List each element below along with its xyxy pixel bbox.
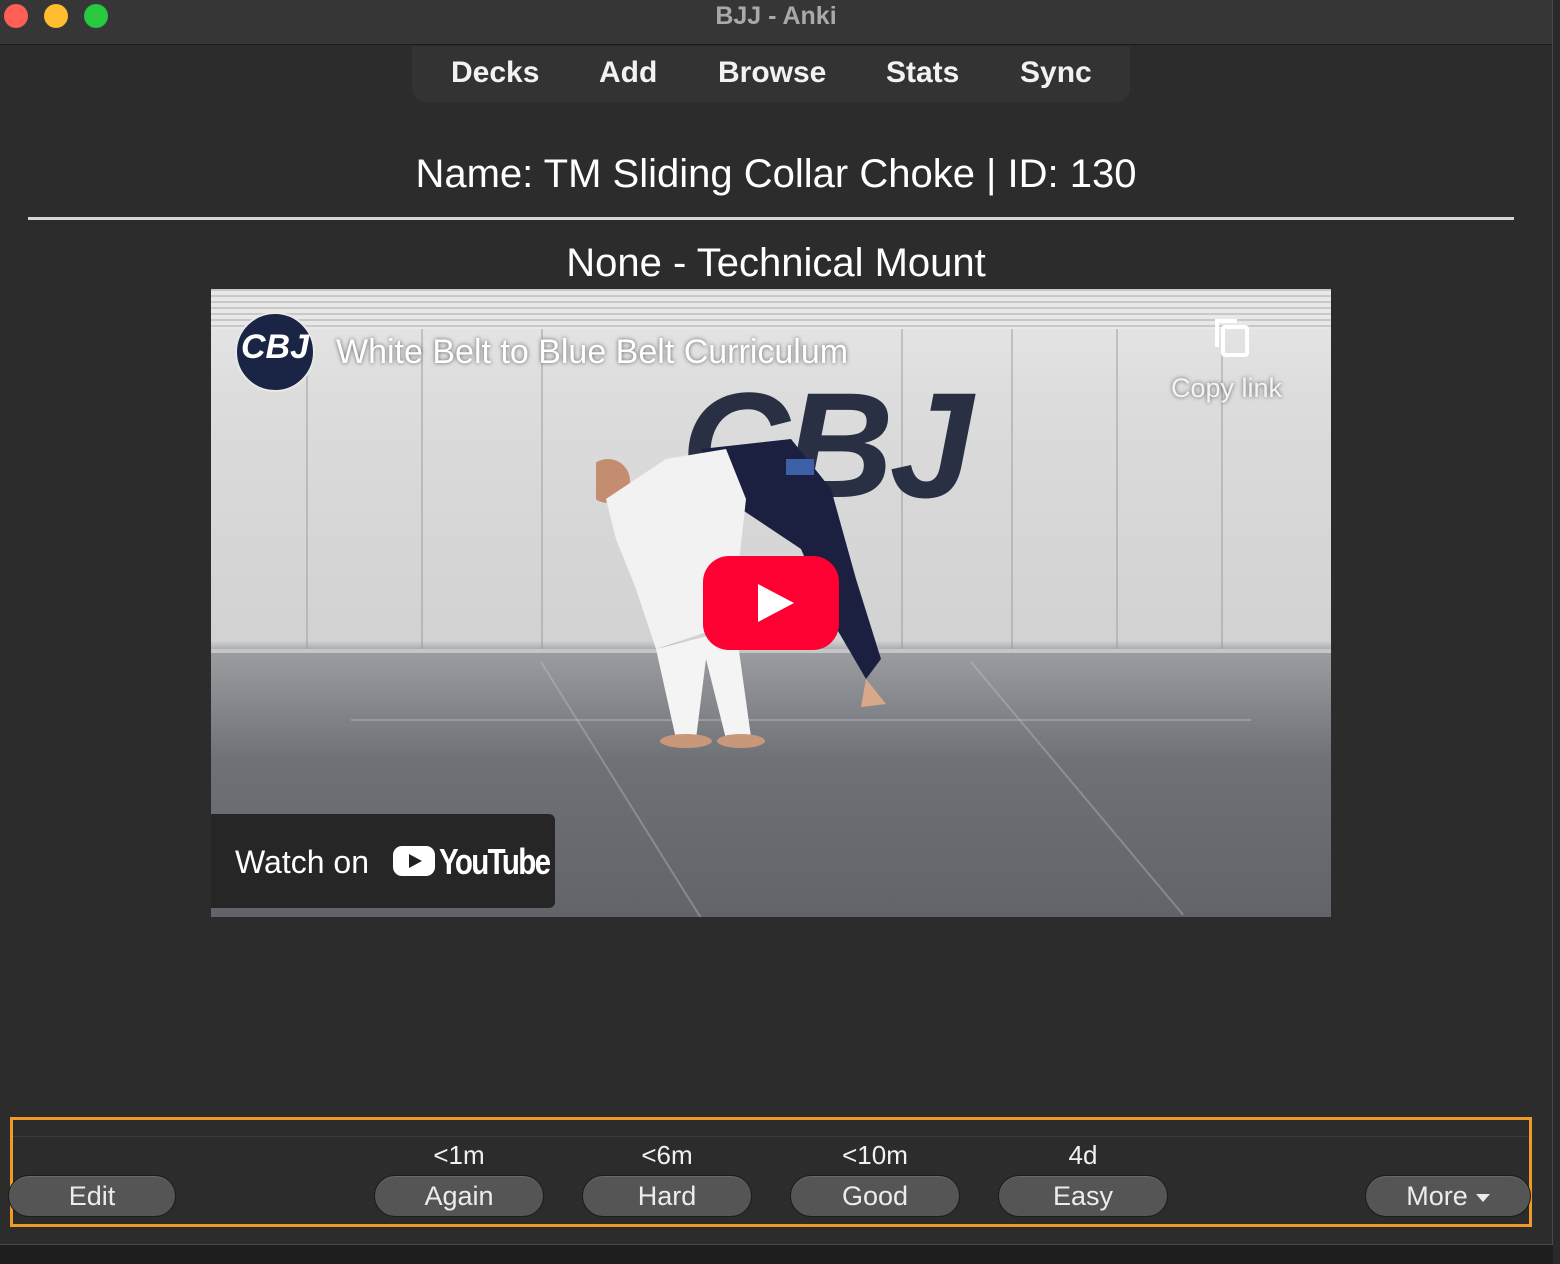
toolbar-stats[interactable]: Stats <box>886 56 959 90</box>
mat-seam <box>351 719 1251 721</box>
youtube-logo-icon <box>393 846 435 876</box>
easy-button[interactable]: Easy <box>998 1175 1168 1217</box>
wall-pleat <box>1011 329 1013 654</box>
review-bar-separator <box>13 1136 1529 1137</box>
play-icon[interactable] <box>703 556 839 650</box>
watch-on-youtube-button[interactable]: Watch on YouTube <box>211 814 555 908</box>
toolbar-decks[interactable]: Decks <box>451 56 539 90</box>
video-wall-top <box>211 289 1331 329</box>
card-divider <box>28 217 1514 220</box>
watch-on-label: Watch on <box>235 844 369 880</box>
youtube-wordmark: YouTube <box>439 841 551 882</box>
easy-interval: 4d <box>1068 1140 1098 1170</box>
video-title-link[interactable]: White Belt to Blue Belt Curriculum <box>336 333 848 372</box>
title-bar: BJJ - Anki <box>0 0 1552 45</box>
toolbar-sync[interactable]: Sync <box>1020 56 1092 90</box>
copy-icon[interactable] <box>1211 315 1251 357</box>
again-interval: <1m <box>433 1140 485 1170</box>
mat-seam <box>970 661 1184 916</box>
window-title: BJJ - Anki <box>715 2 837 30</box>
more-button[interactable]: More <box>1365 1175 1531 1217</box>
good-interval: <10m <box>842 1140 908 1170</box>
more-label: More <box>1406 1181 1468 1211</box>
channel-avatar[interactable]: CBJ <box>235 312 315 392</box>
main-toolbar: Decks Add Browse Stats Sync <box>412 46 1130 102</box>
card-subtitle: None - Technical Mount <box>566 241 986 285</box>
anki-window: BJJ - Anki Decks Add Browse Stats Sync N… <box>0 0 1553 1245</box>
chevron-down-icon <box>1475 1193 1490 1202</box>
again-button[interactable]: Again <box>374 1175 544 1217</box>
card-name-heading: Name: TM Sliding Collar Choke | ID: 130 <box>415 152 1137 196</box>
hard-interval: <6m <box>641 1140 693 1170</box>
good-button[interactable]: Good <box>790 1175 960 1217</box>
wall-pleat <box>306 329 308 654</box>
copy-link-label[interactable]: Copy link <box>1171 373 1282 404</box>
hard-button[interactable]: Hard <box>582 1175 752 1217</box>
wall-pleat <box>421 329 423 654</box>
background-window-edge <box>1553 0 1560 1264</box>
edit-button[interactable]: Edit <box>8 1175 176 1217</box>
wall-pleat <box>541 329 543 654</box>
wall-pleat <box>1116 329 1118 654</box>
review-bar-highlight <box>10 1117 1532 1227</box>
toolbar-browse[interactable]: Browse <box>718 56 826 90</box>
youtube-embed[interactable]: CBJ CBJ White Belt to Blue Belt Curricul… <box>211 289 1331 917</box>
toolbar-add[interactable]: Add <box>599 56 657 90</box>
